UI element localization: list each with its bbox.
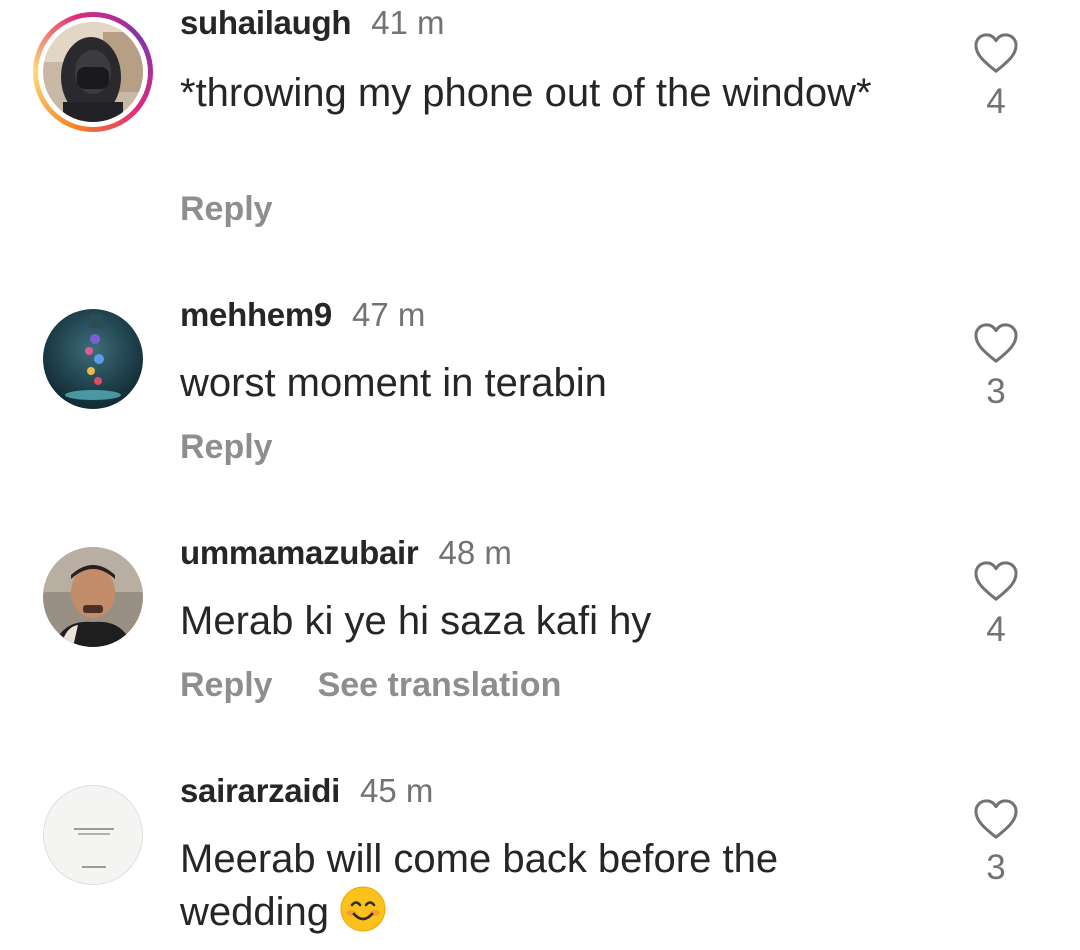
like-count: 4: [986, 82, 1006, 121]
heart-icon[interactable]: [973, 322, 1019, 364]
reply-button[interactable]: Reply: [180, 428, 273, 467]
comment-username[interactable]: suhailaugh: [180, 4, 351, 42]
comment-text: *throwing my phone out of the window*: [180, 71, 872, 115]
like-count: 3: [986, 848, 1006, 887]
heart-icon[interactable]: [973, 32, 1019, 74]
comment-text: worst moment in terabin: [180, 361, 607, 405]
comment-username[interactable]: mehhem9: [180, 296, 332, 334]
comment-timestamp: 48 m: [438, 534, 512, 571]
smiling-face-emoji-icon: [340, 886, 386, 932]
comment-timestamp: 41 m: [371, 4, 445, 41]
comment-timestamp: 47 m: [351, 296, 426, 333]
like-count: 4: [986, 610, 1006, 649]
comment-text: Meerab will come back before the wedding: [180, 833, 880, 938]
reply-button[interactable]: Reply: [180, 666, 273, 705]
avatar[interactable]: [43, 547, 143, 647]
comment-text: Merab ki ye hi saza kafi hy: [180, 599, 652, 643]
avatar[interactable]: [43, 309, 143, 409]
comment-username[interactable]: sairarzaidi: [180, 772, 340, 810]
avatar[interactable]: [43, 22, 143, 122]
story-ring[interactable]: [33, 12, 153, 132]
reply-button[interactable]: Reply: [180, 190, 273, 229]
like-count: 3: [986, 372, 1006, 411]
avatar[interactable]: [43, 785, 143, 885]
see-translation-button[interactable]: See translation: [318, 666, 562, 705]
comment-timestamp: 45 m: [359, 772, 434, 809]
heart-icon[interactable]: [973, 560, 1019, 602]
comment-username[interactable]: ummamazubair: [180, 534, 419, 572]
comment-text-content: Meerab will come back before the wedding: [180, 837, 779, 934]
heart-icon[interactable]: [973, 798, 1019, 840]
